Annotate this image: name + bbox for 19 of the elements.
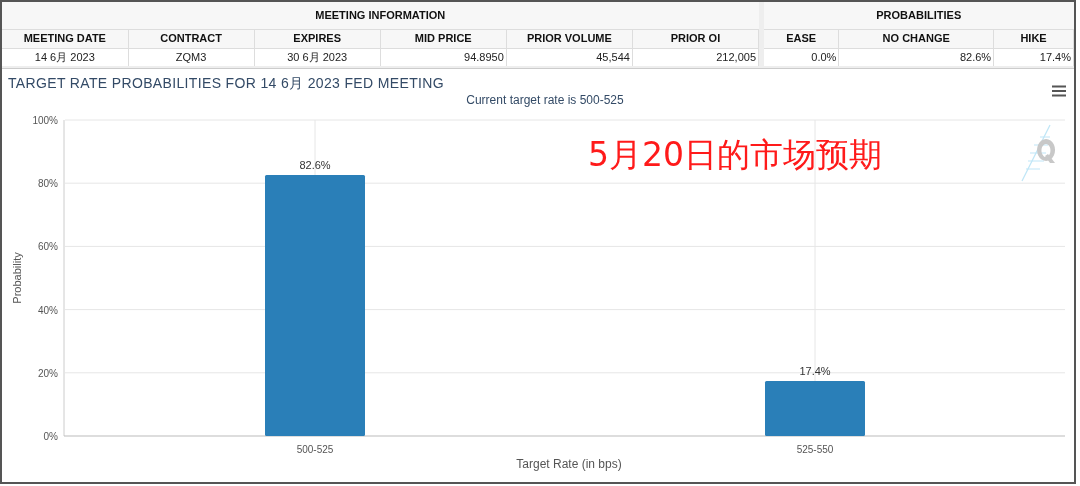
y-tick-label: 60%	[38, 241, 58, 253]
x-tick-label: 525-550	[796, 444, 834, 455]
annotation-text: 5月20日的市场预期	[588, 138, 882, 171]
chart-subtitle: Current target rate is 500-525	[466, 92, 624, 109]
y-tick-label: 40%	[38, 304, 58, 316]
bar-value-label: 82.6%	[299, 159, 331, 171]
menu-icon[interactable]	[1052, 85, 1066, 97]
group-header: PROBABILITIES	[764, 2, 1074, 29]
y-tick-label: 80%	[38, 178, 58, 190]
y-axis-title: Probability	[11, 252, 23, 304]
y-tick-label: 0%	[43, 431, 58, 442]
bar-value-label: 17.4%	[799, 365, 831, 377]
chart-title: TARGET RATE PROBABILITIES FOR 14 6月 2023 FED MEETING	[8, 74, 444, 93]
group-header: MEETING INFORMATION	[2, 2, 759, 29]
y-tick-label: 20%	[38, 367, 58, 379]
x-axis-title: Target Rate (in bps)	[516, 457, 622, 471]
x-tick-label: 500-525	[296, 444, 334, 455]
column-header: EASE	[764, 29, 839, 48]
y-tick-label: 100%	[32, 115, 58, 126]
